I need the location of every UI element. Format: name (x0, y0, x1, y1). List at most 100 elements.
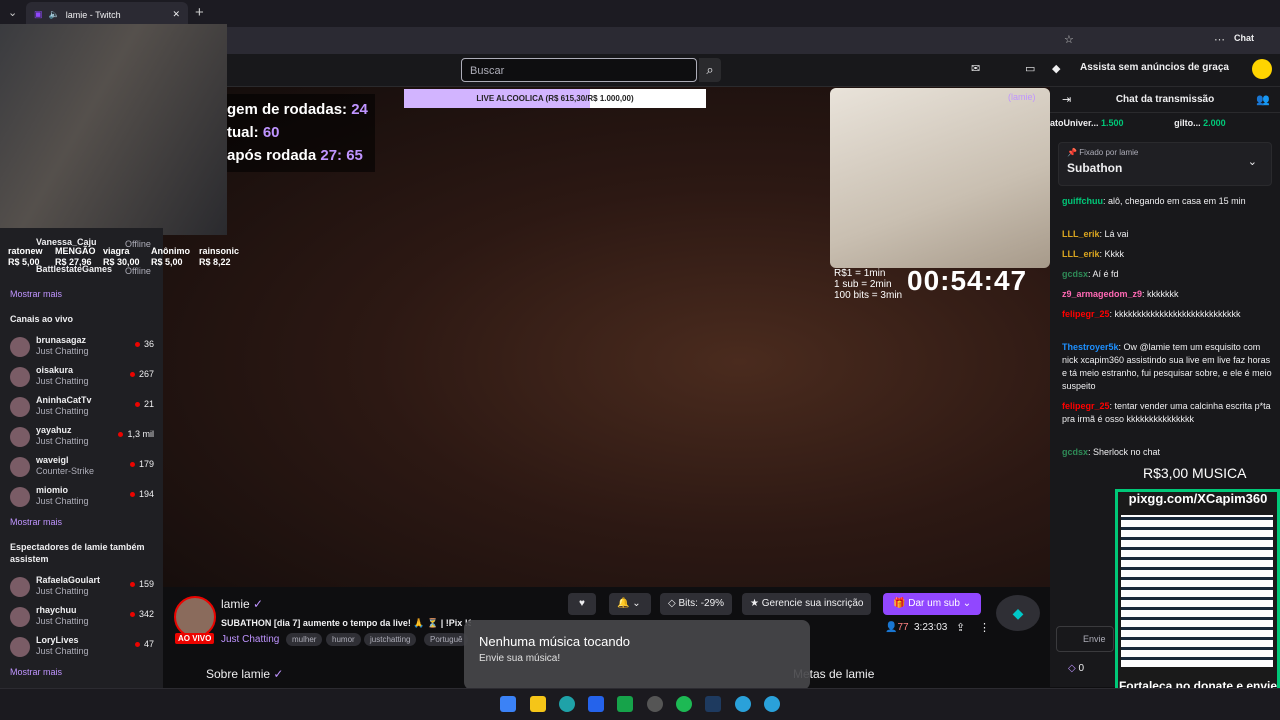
channel-points-icon[interactable]: ◆ (996, 595, 1040, 631)
streamer-webcam (830, 88, 1050, 268)
stream-category[interactable]: Just Chatting (221, 634, 279, 645)
streamer-avatar[interactable] (174, 596, 216, 638)
chat-username[interactable]: gcdsx (1062, 447, 1088, 457)
channel-name: AninhaCatTv (36, 395, 92, 405)
subathon-timer: 00:54:47 (907, 265, 1028, 296)
chat-text: : kkkkkkkkkkkkkkkkkkkkkkkkkkkk (1109, 309, 1241, 319)
chat-username[interactable]: LLL_erik (1062, 229, 1100, 239)
chat-message: Thestroyer5k: Ow @lamie tem um esquisito… (1062, 341, 1274, 393)
app-icon[interactable] (647, 696, 663, 712)
sidebar-channel[interactable]: rhaychuu Just Chatting 342 (8, 603, 158, 631)
live-badge: AO VIVO (175, 633, 215, 644)
uptime: 3:23:03 (914, 622, 948, 633)
channel-avatar (10, 397, 30, 417)
notifications-button[interactable]: 🔔 ⌄ (609, 593, 651, 615)
chat-username[interactable]: LLL_erik (1062, 249, 1100, 259)
copilot-chat-button[interactable]: Chat (1234, 33, 1254, 43)
tag-chip[interactable]: mulher (286, 633, 323, 646)
sidebar-channel[interactable]: RafaelaGoulart Just Chatting 159 (8, 573, 158, 601)
gift-sub-label: Dar um sub (908, 598, 960, 609)
tag-chip[interactable]: humor (326, 633, 361, 646)
subathon-rates: R$1 = 1min 1 sub = 2min 100 bits = 3min (834, 268, 903, 301)
channel-avatar (10, 457, 30, 477)
spotify-icon[interactable] (676, 696, 692, 712)
close-tab-icon[interactable]: ✕ (172, 9, 180, 20)
tag-chip[interactable]: Portuguê (424, 633, 469, 646)
chat-text: : kkkkkkk (1142, 289, 1179, 299)
sidebar-channel[interactable]: AninhaCatTv Just Chatting 21 (8, 393, 158, 421)
sidebar-channel[interactable]: LoryLives Just Chatting 47 (8, 633, 158, 661)
more-icon[interactable]: ⋯ (1214, 33, 1225, 46)
steam-icon[interactable] (705, 696, 721, 712)
donor-amount: R$ 8,22 (199, 257, 231, 267)
music-title: Nenhuma música tocando (479, 634, 631, 649)
chat-input[interactable]: Envie (1056, 626, 1114, 652)
chat-username[interactable]: felipegr_25 (1062, 309, 1110, 319)
more-options-icon[interactable]: ⋮ (979, 621, 990, 634)
show-more-link[interactable]: Mostrar mais (10, 289, 62, 299)
chat-text: : Sherlock no chat (1088, 447, 1161, 457)
sidebar-channel[interactable]: brunasagaz Just Chatting 36 (8, 333, 158, 361)
channel-viewers: 342 (129, 609, 154, 619)
chat-username[interactable]: gcdsx (1062, 269, 1088, 279)
sidebar-channel[interactable]: waveigl Counter-Strike 179 (8, 453, 158, 481)
xbox-icon[interactable] (617, 696, 633, 712)
donor-name: Anônimo (151, 246, 190, 256)
points-counter: ◇ 0 (1068, 663, 1085, 674)
sidebar-channel[interactable]: yayahuz Just Chatting 1,3 mil (8, 423, 158, 451)
user-avatar[interactable] (1252, 59, 1272, 79)
chat-message: LLL_erik: Lá vai (1062, 228, 1274, 241)
donor-name: rainsonic (199, 246, 240, 256)
speaker-icon[interactable]: 🔈 (49, 9, 60, 20)
channel-name: oisakura (36, 365, 74, 375)
file-explorer-icon[interactable] (530, 696, 546, 712)
show-more-link[interactable]: Mostrar mais (10, 667, 62, 677)
search-icon[interactable]: ⌕ (699, 58, 721, 82)
channel-game: Counter-Strike (36, 466, 95, 476)
chat-message: felipegr_25: tentar vender uma calcinha … (1062, 400, 1274, 426)
viewer-webcam (0, 24, 227, 235)
music-price: R$3,00 MUSICA (1143, 465, 1247, 481)
chat-username[interactable]: felipegr_25 (1062, 401, 1110, 411)
verified-icon: ✓ (253, 597, 264, 611)
watch-no-ads-button[interactable]: Assista sem anúncios de graça (1080, 62, 1229, 73)
channel-avatar (10, 367, 30, 387)
share-icon[interactable]: ⇪ (956, 621, 965, 634)
crown-icon[interactable]: ◆ (1052, 62, 1060, 75)
channel-game: Just Chatting (36, 586, 89, 596)
chat-message: gcdsx: Sherlock no chat (1062, 446, 1274, 459)
manage-sub-button[interactable]: ★ Gerencie sua inscrição (742, 593, 872, 615)
channel-game: Just Chatting (36, 496, 89, 506)
whispers-icon[interactable]: ▭ (1025, 62, 1035, 75)
telegram-icon[interactable] (764, 696, 780, 712)
telegram-icon[interactable] (735, 696, 751, 712)
users-icon[interactable]: 👥 (1256, 93, 1270, 106)
start-icon[interactable] (500, 696, 516, 712)
star-icon[interactable]: ☆ (1064, 33, 1074, 46)
pinned-message[interactable]: 📌 Fixado por lamie Subathon ⌄ (1058, 142, 1272, 186)
collapse-chat-icon[interactable]: ⇥ (1062, 93, 1071, 106)
show-more-link[interactable]: Mostrar mais (10, 517, 62, 527)
channel-game: Just Chatting (36, 616, 89, 626)
outlook-icon[interactable] (588, 696, 604, 712)
tab-list-icon[interactable]: ⌄ (8, 6, 17, 19)
chevron-down-icon[interactable]: ⌄ (1248, 155, 1257, 168)
chat-username[interactable]: Thestroyer5k (1062, 342, 1119, 352)
bits-button[interactable]: ◇ Bits: -29% (660, 593, 733, 615)
chat-username[interactable]: z9_armagedom_z9 (1062, 289, 1142, 299)
tag-chip[interactable]: justchatting (364, 633, 417, 646)
viewer-count: 👤77 (885, 622, 909, 633)
new-tab-icon[interactable]: + (195, 4, 204, 21)
streamer-name[interactable]: lamie ✓ (221, 597, 263, 611)
search-input[interactable]: Buscar (461, 58, 697, 82)
edge-icon[interactable] (559, 696, 575, 712)
sidebar-channel[interactable]: miomio Just Chatting 194 (8, 483, 158, 511)
chat-text: : Kkkk (1099, 249, 1125, 259)
follow-heart-button[interactable]: ♥ (568, 593, 596, 615)
chat-username[interactable]: guiffchuu (1062, 196, 1103, 206)
channel-game: Just Chatting (36, 406, 89, 416)
leaderboard: atoUniver... 1.500 gilto... 2.000 (1050, 118, 1226, 128)
inbox-icon[interactable]: ✉ (971, 62, 980, 75)
sidebar-channel[interactable]: oisakura Just Chatting 267 (8, 363, 158, 391)
gift-sub-button[interactable]: 🎁 Dar um sub ⌄ (883, 593, 982, 615)
